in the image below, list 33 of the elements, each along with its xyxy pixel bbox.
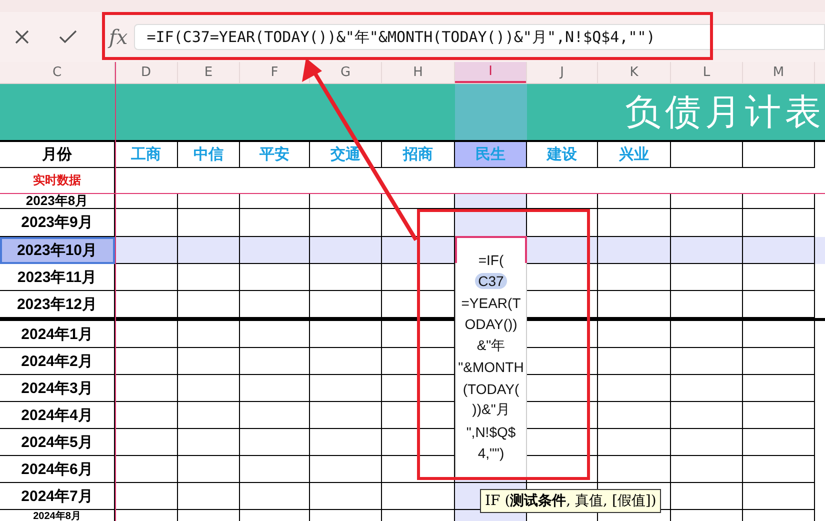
formula-field[interactable]: =IF(C37=YEAR(TODAY())&"年"&MONTH(TODAY())&"月",N!$Q$4,"") [134,24,825,50]
table-cell: 民生 [455,142,527,168]
cell-editor[interactable]: =IF( C37 =YEAR(T ODAY()) &"年 "&MONTH (TODAY( ))&"月 ",N!$Q$ 4,"") [455,236,527,480]
formula-text: C37 [475,273,507,290]
table-cell: 兴业 [598,142,671,168]
table-cell: 交通 [310,142,382,168]
column-header[interactable]: D [140,62,151,83]
column-header[interactable]: L [702,62,710,83]
column-header[interactable]: F [270,62,278,83]
formula-text: ",N!$Q$ [466,424,516,440]
column-header[interactable]: H [413,62,423,83]
formula-text: ))&"月 [472,401,510,420]
column-header[interactable]: C [52,62,62,83]
formula-text: =IF( [478,252,504,268]
sheet-title: 负债月计表 [625,90,825,134]
column-header[interactable]: E [204,62,213,83]
column-header[interactable]: K [630,62,638,83]
column-header[interactable]: I [455,62,526,83]
fx-label[interactable]: fx [109,25,128,49]
formula-text: &"年 [476,336,506,355]
column-header[interactable]: M [772,62,784,83]
column-header[interactable]: J [560,62,564,83]
table-cell: 平安 [240,142,310,168]
table-cell: 建设 [527,142,598,168]
formula-text: ODAY()) [464,316,518,332]
formula-text: 4,"") [478,445,504,462]
formula-text: =YEAR(T [461,294,521,311]
formula-text: "&MONTH [458,359,524,376]
table-cell: 中信 [178,142,240,168]
formula-text: (TODAY( [462,380,520,397]
column-header[interactable]: G [340,62,351,83]
table-cell[interactable]: 2023年10月 [0,237,115,264]
function-tooltip: IF (测试条件, 真值, [假值]) [480,489,662,513]
